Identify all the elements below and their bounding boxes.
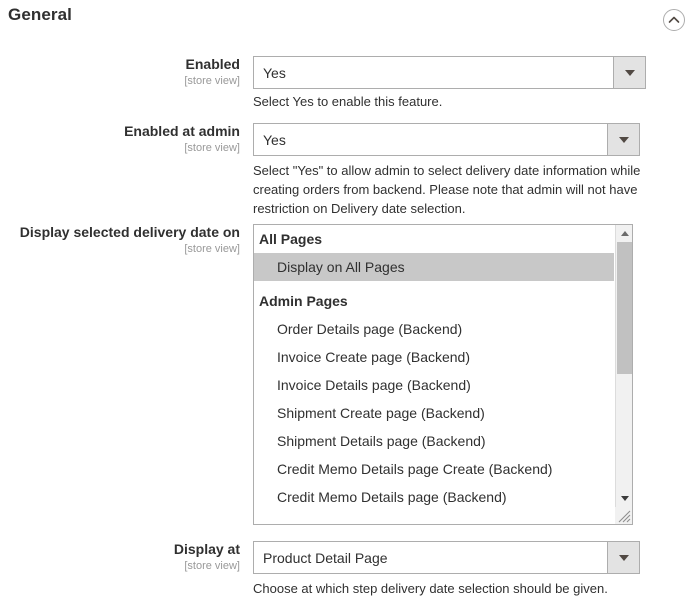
list-item[interactable]: Invoice Create page (Backend) — [254, 343, 614, 371]
field-label-enabled: Enabled [store view] — [0, 56, 240, 88]
chevron-up-circle-icon[interactable] — [663, 9, 685, 31]
list-item[interactable]: Invoice Details page (Backend) — [254, 371, 614, 399]
field-note-enabled: Select Yes to enable this feature. — [253, 94, 443, 109]
triangle-down-icon[interactable] — [616, 490, 632, 507]
select-display-at[interactable]: Product Detail Page — [253, 541, 640, 574]
multiselect-scrollbar[interactable] — [615, 225, 632, 524]
select-enabled[interactable]: Yes — [253, 56, 646, 89]
optgroup-label: Admin Pages — [259, 293, 348, 309]
list-item[interactable]: Order Details page (Backend) — [254, 315, 614, 343]
field-label-text: Display at — [173, 541, 240, 557]
field-label-display-selected-delivery-date-on: Display selected delivery date on [store… — [0, 224, 240, 256]
optgroup-label: All Pages — [259, 231, 323, 247]
field-label-enabled-at-admin: Enabled at admin [store view] — [0, 123, 240, 155]
chevron-down-icon[interactable] — [613, 57, 645, 88]
select-display-at-value: Product Detail Page — [263, 549, 388, 566]
list-item[interactable]: Shipment Create page (Backend) — [254, 399, 614, 427]
config-section-general: General Enabled [store view] Yes Select … — [0, 0, 690, 598]
list-item[interactable]: Shipment Details page (Backend) — [254, 427, 614, 455]
list-item[interactable]: Credit Memo Details page (Backend) — [254, 483, 614, 511]
multiselect-display-pages[interactable]: All Pages Display on All Pages Admin Pag… — [253, 224, 633, 525]
field-label-text: Display selected delivery date on — [19, 224, 240, 240]
triangle-up-icon[interactable] — [616, 225, 632, 242]
select-enabled-at-admin-value: Yes — [263, 131, 286, 148]
multiselect-options-viewport: All Pages Display on All Pages Admin Pag… — [254, 225, 614, 524]
chevron-down-icon[interactable] — [607, 124, 639, 155]
select-enabled-at-admin[interactable]: Yes — [253, 123, 640, 156]
page-title: General — [8, 5, 73, 24]
field-scope-text: [store view] — [184, 560, 240, 572]
field-scope-text: [store view] — [184, 142, 240, 154]
scrollbar-thumb[interactable] — [617, 242, 632, 374]
field-label-display-at: Display at [store view] — [0, 541, 240, 573]
optgroup-all-pages: All Pages Display on All Pages — [254, 225, 614, 281]
list-item[interactable]: Display on All Pages — [254, 253, 614, 281]
field-note-enabled-at-admin: Select "Yes" to allow admin to select de… — [253, 163, 641, 216]
field-label-text: Enabled — [185, 56, 240, 72]
field-scope-text: [store view] — [184, 243, 240, 255]
select-enabled-value: Yes — [263, 64, 286, 81]
list-item[interactable]: Credit Memo Details page Create (Backend… — [254, 455, 614, 483]
chevron-down-icon[interactable] — [607, 542, 639, 573]
field-scope-text: [store view] — [184, 75, 240, 87]
section-header: General — [0, 0, 690, 40]
field-label-text: Enabled at admin — [124, 123, 240, 139]
optgroup-admin-pages: Admin Pages Order Details page (Backend)… — [254, 287, 614, 511]
field-note-display-at: Choose at which step delivery date selec… — [253, 581, 608, 596]
resize-grip-icon[interactable] — [615, 507, 632, 524]
